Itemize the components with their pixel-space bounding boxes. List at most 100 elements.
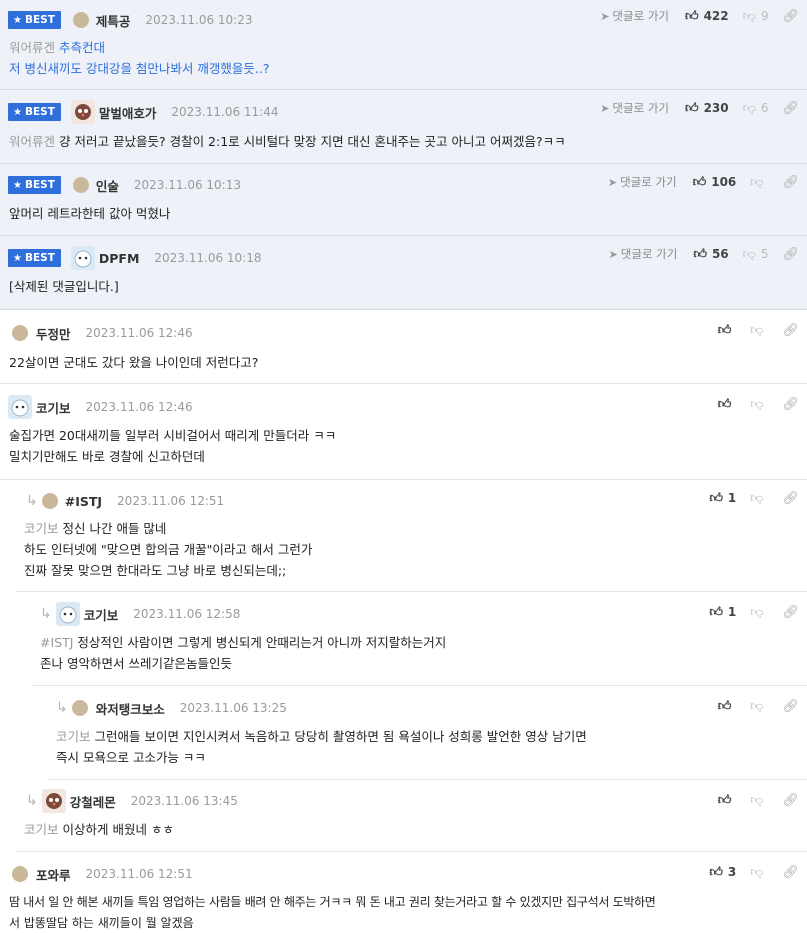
reply-arrow-icon: ↳ xyxy=(40,606,52,622)
star-icon: ★ xyxy=(13,179,22,191)
link-icon[interactable]: 🔗︎ xyxy=(782,247,799,262)
mention[interactable]: 워어류겐 xyxy=(9,40,55,55)
avatar[interactable] xyxy=(12,325,28,341)
upvote-button[interactable]: 👍︎ xyxy=(718,397,737,412)
upvote-button[interactable]: 👍︎ 3 xyxy=(709,865,736,880)
avatar[interactable] xyxy=(12,866,28,882)
thumb-down-icon: 👎︎ xyxy=(750,396,764,412)
link-icon[interactable]: 🔗︎ xyxy=(782,397,799,412)
downvote-button[interactable]: 👎︎ 6 xyxy=(743,101,769,116)
thumb-down-icon: 👎︎ xyxy=(750,490,764,506)
best-badge: ★ BEST xyxy=(8,103,61,121)
nickname[interactable]: 와저탱크보소 xyxy=(96,699,165,718)
mention[interactable]: 코기보 xyxy=(24,822,59,837)
upvote-button[interactable]: 👍︎ 56 xyxy=(693,247,728,262)
upvote-button[interactable]: 👍︎ 1 xyxy=(709,605,736,620)
downvote-button[interactable]: 👎︎ 9 xyxy=(743,9,769,24)
nickname[interactable]: 코기보 xyxy=(36,398,71,417)
upvote-button[interactable]: 👍︎ xyxy=(718,699,737,714)
downvote-button[interactable]: 👎︎ xyxy=(750,491,768,506)
avatar[interactable] xyxy=(72,177,89,193)
comment-best-1: ★ BEST 제특공 2023.11.06 10:23 ➤ 댓글로 가기 👍︎ 422… xyxy=(0,0,807,90)
plane-icon: ➤ xyxy=(607,175,618,189)
upvote-button[interactable]: 👍︎ 1 xyxy=(709,491,736,506)
comment-date: 2023.11.06 10:23 xyxy=(145,13,253,27)
goto-comment-link[interactable]: ➤ 댓글로 가기 xyxy=(600,100,669,116)
comment-best-4: ★ BEST DPFM 2023.11.06 10:18 ➤ 댓글로 가기 👍︎ 56… xyxy=(0,236,807,310)
thumb-down-icon: 👎︎ xyxy=(750,792,764,808)
thumb-up-icon: 👍︎ xyxy=(684,8,699,24)
avatar[interactable] xyxy=(70,100,95,124)
nickname[interactable]: 말벌애호가 xyxy=(99,103,157,122)
star-icon: ★ xyxy=(13,252,22,264)
nickname[interactable]: 포와루 xyxy=(36,865,71,884)
comment-date: 2023.11.06 11:44 xyxy=(171,105,279,119)
downvote-button[interactable]: 👎︎ xyxy=(750,397,768,412)
reply-arrow-icon: ↳ xyxy=(56,700,68,716)
thumb-up-icon: 👍︎ xyxy=(717,792,732,808)
thumb-down-icon: 👎︎ xyxy=(750,604,764,620)
goto-comment-link[interactable]: ➤ 댓글로 가기 xyxy=(600,8,669,24)
nickname[interactable]: 두정만 xyxy=(36,324,71,343)
link-icon[interactable]: 🔗︎ xyxy=(782,865,799,880)
mention[interactable]: 코기보 xyxy=(24,521,59,536)
comment-item: 포와루 2023.11.06 12:51 👍︎ 3 👎︎ 🔗︎ 땀 내서 일 안 … xyxy=(9,864,799,931)
comment-item: 코기보 2023.11.06 12:46 👍︎ 👎︎ 🔗︎ 술집가면 20대새끼… xyxy=(0,384,807,480)
goto-comment-link[interactable]: ➤ 댓글로 가기 xyxy=(609,246,678,262)
downvote-button[interactable]: 👎︎ xyxy=(750,175,768,190)
goto-comment-link[interactable]: ➤ 댓글로 가기 xyxy=(608,174,677,190)
plane-icon: ➤ xyxy=(608,247,618,261)
upvote-button[interactable]: 👍︎ xyxy=(718,323,737,338)
plane-icon: ➤ xyxy=(600,9,610,23)
link-icon[interactable]: 🔗︎ xyxy=(782,793,799,808)
reply-item: ↳ 와저탱크보소 2023.11.06 13:25 👍︎ 👎︎ 🔗︎ 코기보 그런… xyxy=(48,686,807,780)
avatar[interactable] xyxy=(71,700,88,716)
thumb-up-icon: 👍︎ xyxy=(717,698,732,714)
upvote-button[interactable]: 👍︎ xyxy=(718,793,737,808)
link-icon[interactable]: 🔗︎ xyxy=(782,491,799,506)
downvote-button[interactable]: 👎︎ 5 xyxy=(743,247,769,262)
thumb-down-icon: 👎︎ xyxy=(750,322,764,338)
thumb-up-icon: 👍︎ xyxy=(684,100,699,116)
link-icon[interactable]: 🔗︎ xyxy=(782,699,799,714)
nickname[interactable]: 코기보 xyxy=(84,605,119,624)
nickname[interactable]: #ISTJ xyxy=(65,494,102,509)
thumb-down-icon: 👎︎ xyxy=(750,174,764,190)
avatar[interactable] xyxy=(8,395,32,419)
mention[interactable]: 워어류겐 xyxy=(9,134,55,149)
link-icon[interactable]: 🔗︎ xyxy=(782,9,799,24)
comment-best-3: ★ BEST 인술 2023.11.06 10:13 ➤ 댓글로 가기 👍︎ 106 … xyxy=(0,164,807,236)
thumb-up-icon: 👍︎ xyxy=(709,864,723,880)
star-icon: ★ xyxy=(13,14,22,26)
downvote-button[interactable]: 👎︎ xyxy=(750,323,768,338)
reply-arrow-icon: ↳ xyxy=(26,793,38,809)
avatar[interactable] xyxy=(41,789,66,813)
avatar[interactable] xyxy=(41,493,58,509)
link-icon[interactable]: 🔗︎ xyxy=(782,175,799,190)
thumb-down-icon: 👎︎ xyxy=(742,8,756,24)
thumb-down-icon: 👎︎ xyxy=(742,100,756,116)
link-icon[interactable]: 🔗︎ xyxy=(782,101,799,116)
nickname[interactable]: 강철레몬 xyxy=(70,792,116,811)
nickname[interactable]: DPFM xyxy=(99,251,140,266)
link-icon[interactable]: 🔗︎ xyxy=(782,605,799,620)
avatar[interactable] xyxy=(55,602,80,626)
upvote-button[interactable]: 👍︎ 106 xyxy=(693,175,737,190)
nickname[interactable]: 제특공 xyxy=(96,11,131,30)
comment-date: 2023.11.06 12:46 xyxy=(85,400,193,414)
avatar[interactable] xyxy=(72,12,89,28)
link-icon[interactable]: 🔗︎ xyxy=(782,323,799,338)
mention[interactable]: #ISTJ xyxy=(40,635,73,650)
downvote-button[interactable]: 👎︎ xyxy=(750,699,768,714)
downvote-button[interactable]: 👎︎ xyxy=(750,605,768,620)
nickname[interactable]: 인술 xyxy=(96,176,119,195)
upvote-button[interactable]: 👍︎ 422 xyxy=(685,9,729,24)
avatar[interactable] xyxy=(70,246,95,270)
downvote-button[interactable]: 👎︎ xyxy=(750,865,768,880)
downvote-button[interactable]: 👎︎ xyxy=(750,793,768,808)
reply-arrow-icon: ↳ xyxy=(26,493,38,509)
comment-date: 2023.11.06 13:45 xyxy=(130,794,238,808)
upvote-button[interactable]: 👍︎ 230 xyxy=(685,101,729,116)
mention[interactable]: 코기보 xyxy=(56,729,91,744)
thumb-up-icon: 👍︎ xyxy=(709,490,723,506)
